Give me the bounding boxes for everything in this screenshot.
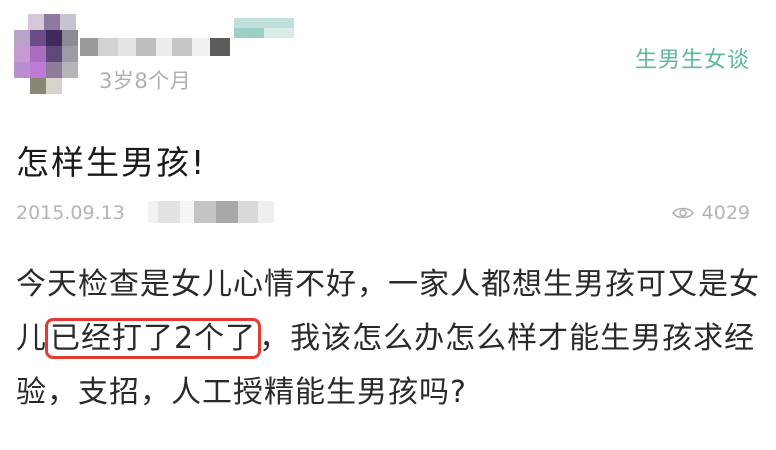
category-link[interactable]: 生男生女谈 <box>635 42 750 74</box>
highlighted-phrase: 已经打了2个了 <box>45 318 262 359</box>
child-age-label: 3岁8个月 <box>99 69 192 93</box>
post-date: 2015.09.13 <box>16 202 125 224</box>
user-badge-redacted <box>234 18 294 38</box>
post-body: 今天检查是女儿心情不好，一家人都想生男孩可又是女儿 已经打了2个了 ，我该怎么办怎么… <box>16 258 766 420</box>
post-title: 怎样生男孩! <box>16 143 207 182</box>
author-info-redacted <box>148 200 278 224</box>
forum-post-page: 3岁8个月 生男生女谈 怎样生男孩! 2015.09.13 4029 今天检查是… <box>0 0 776 450</box>
view-count: 4029 <box>671 202 750 224</box>
username-redacted[interactable] <box>80 36 240 58</box>
eye-icon <box>671 207 694 219</box>
view-count-value: 4029 <box>701 202 750 224</box>
avatar[interactable] <box>14 14 78 100</box>
